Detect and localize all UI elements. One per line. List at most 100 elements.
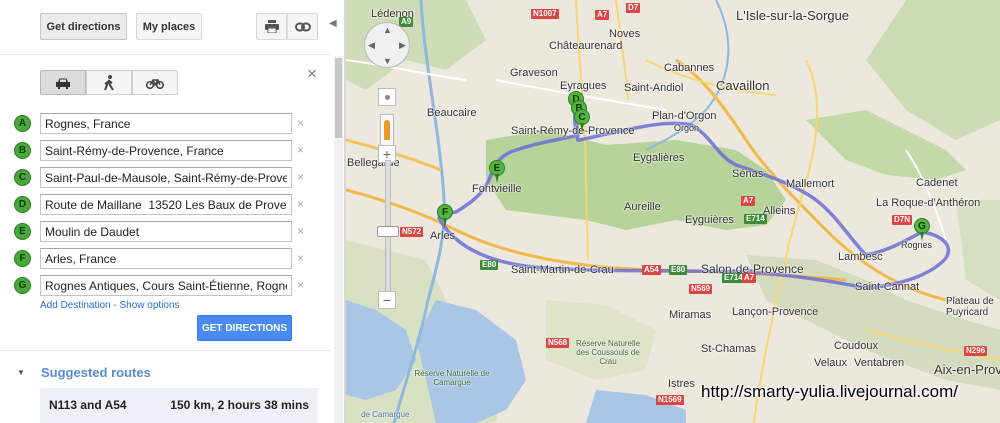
road-shield: E80 (480, 260, 499, 270)
pan-control[interactable]: ▲ ▼ ◀ ▶ (364, 22, 410, 68)
street-view-pegman-icon[interactable] (380, 114, 394, 146)
place-label: Eyguières (685, 214, 734, 226)
marker-tail (580, 123, 584, 132)
pan-right-icon[interactable]: ▶ (399, 40, 406, 51)
travel-mode-bike[interactable] (132, 70, 178, 95)
waypoint-e-input[interactable] (40, 221, 292, 242)
place-label: Orgon (674, 123, 700, 133)
marker-f-icon: F (14, 250, 31, 267)
waypoint-row-f: F × (0, 248, 330, 270)
map-marker-g[interactable]: G (914, 218, 930, 241)
waypoint-row-c: C × (0, 167, 330, 189)
zoom-out-button[interactable]: − (378, 291, 396, 309)
map-marker-e[interactable]: E (489, 160, 505, 183)
road-shield: N1007 (531, 9, 559, 19)
my-places-tab[interactable]: My places (136, 13, 202, 40)
remove-waypoint-f-icon[interactable]: × (297, 251, 304, 265)
waypoint-f-input[interactable] (40, 248, 292, 269)
marker-g-icon: G (14, 277, 31, 294)
waypoint-b-input[interactable] (40, 140, 292, 161)
suggested-routes-title: Suggested routes (41, 365, 151, 380)
panel-scrollbar[interactable] (334, 56, 343, 423)
map-marker-c[interactable]: C (574, 109, 590, 132)
place-label: Rognes (901, 240, 933, 250)
directions-panel: Get directions My places × A × B × C × D… (0, 0, 330, 423)
place-label: Noves (609, 28, 641, 40)
place-label: Châteaurenard (549, 40, 623, 52)
road-shield: A7 (742, 273, 757, 283)
waypoint-row-a: A × (0, 113, 330, 135)
road-shield: A7 (595, 10, 610, 20)
road-shield: D7 (626, 3, 641, 13)
suggested-routes-header[interactable]: ▼ Suggested routes (0, 358, 330, 388)
map-marker-f[interactable]: F (437, 204, 453, 227)
waypoint-a-input[interactable] (40, 113, 292, 134)
waypoint-d-input[interactable] (40, 194, 292, 215)
place-label: St-Chamas (701, 343, 757, 355)
zoom-slider-thumb[interactable] (377, 226, 399, 237)
road-shield: A7 (741, 196, 756, 206)
route-option[interactable]: N113 and A54 150 km, 2 hours 38 mins (40, 388, 318, 423)
place-label: Aureille (624, 201, 661, 213)
travel-mode-walk[interactable] (86, 70, 132, 95)
place-label: Lançon-Provence (732, 306, 819, 318)
get-directions-button[interactable]: GET DIRECTIONS (197, 315, 292, 341)
collapse-triangle-icon: ▼ (17, 368, 25, 377)
route-distance-time: 150 km, 2 hours 38 mins (170, 398, 309, 412)
remove-waypoint-c-icon[interactable]: × (297, 170, 304, 184)
place-label: Saint-Martin-de-Crau (511, 264, 614, 276)
place-label: Saint-Andiol (624, 82, 684, 94)
get-directions-tab[interactable]: Get directions (40, 13, 127, 40)
show-options-link[interactable]: Show options (120, 300, 180, 311)
pan-down-icon[interactable]: ▼ (383, 56, 392, 66)
remove-waypoint-g-icon[interactable]: × (297, 278, 304, 292)
place-label: Alleins (763, 205, 796, 217)
road-shield: A9 (399, 17, 414, 27)
add-options-row: Add Destination - Show options (40, 300, 180, 311)
waypoint-g-input[interactable] (40, 275, 292, 296)
place-label: Lambesc (838, 251, 883, 263)
place-label: Miramas (669, 309, 712, 321)
place-label: Velaux (814, 357, 848, 369)
close-icon[interactable]: × (307, 64, 317, 84)
reserve-label: Réserve Naturelle des Coussouls de Crau (575, 339, 641, 366)
remove-waypoint-e-icon[interactable]: × (297, 224, 304, 238)
link-button[interactable] (287, 13, 318, 40)
print-button[interactable] (256, 13, 287, 40)
collapse-panel-icon[interactable]: ◀ (329, 18, 337, 29)
pan-up-icon[interactable]: ▲ (383, 25, 392, 35)
place-label: Cavaillon (716, 78, 770, 93)
waypoint-row-d: D × (0, 194, 330, 216)
place-label: Cadenet (916, 177, 958, 189)
place-label: L'Isle-sur-la-Sorgue (736, 8, 850, 23)
travel-mode-car[interactable] (40, 70, 86, 95)
place-label: Arles (430, 230, 456, 242)
marker-tail (495, 174, 499, 183)
scrollbar-thumb[interactable] (335, 58, 342, 138)
remove-waypoint-a-icon[interactable]: × (297, 116, 304, 130)
marker-a-icon: A (14, 115, 31, 132)
waypoint-row-g: G × (0, 275, 330, 297)
layer-toggle-button[interactable] (378, 88, 396, 106)
place-label: Graveson (510, 67, 558, 79)
route-name: N113 and A54 (49, 398, 127, 412)
road-shield: N1569 (656, 395, 684, 405)
pan-left-icon[interactable]: ◀ (368, 40, 375, 51)
add-destination-link[interactable]: Add Destination (40, 300, 111, 311)
place-label: Cabannes (664, 62, 715, 74)
map-canvas[interactable]: Lédenon L'Isle-sur-la-Sorgue Châteaurena… (346, 0, 1000, 423)
waypoint-row-b: B × (0, 140, 330, 162)
place-label: Aix-en-Prov (934, 362, 1000, 377)
remove-waypoint-b-icon[interactable]: × (297, 143, 304, 157)
link-icon (294, 22, 311, 31)
marker-b-icon: B (14, 142, 31, 159)
waypoint-row-e: E × (0, 221, 330, 243)
remove-waypoint-d-icon[interactable]: × (297, 197, 304, 211)
car-icon (56, 78, 70, 89)
waypoint-c-input[interactable] (40, 167, 292, 188)
place-label: Beaucaire (427, 107, 477, 119)
marker-tail (920, 232, 924, 241)
road-shield: D7N (892, 215, 913, 225)
camargue-label: Réserve Naturelle de Camargue (414, 369, 490, 387)
link-separator: - (110, 300, 120, 311)
